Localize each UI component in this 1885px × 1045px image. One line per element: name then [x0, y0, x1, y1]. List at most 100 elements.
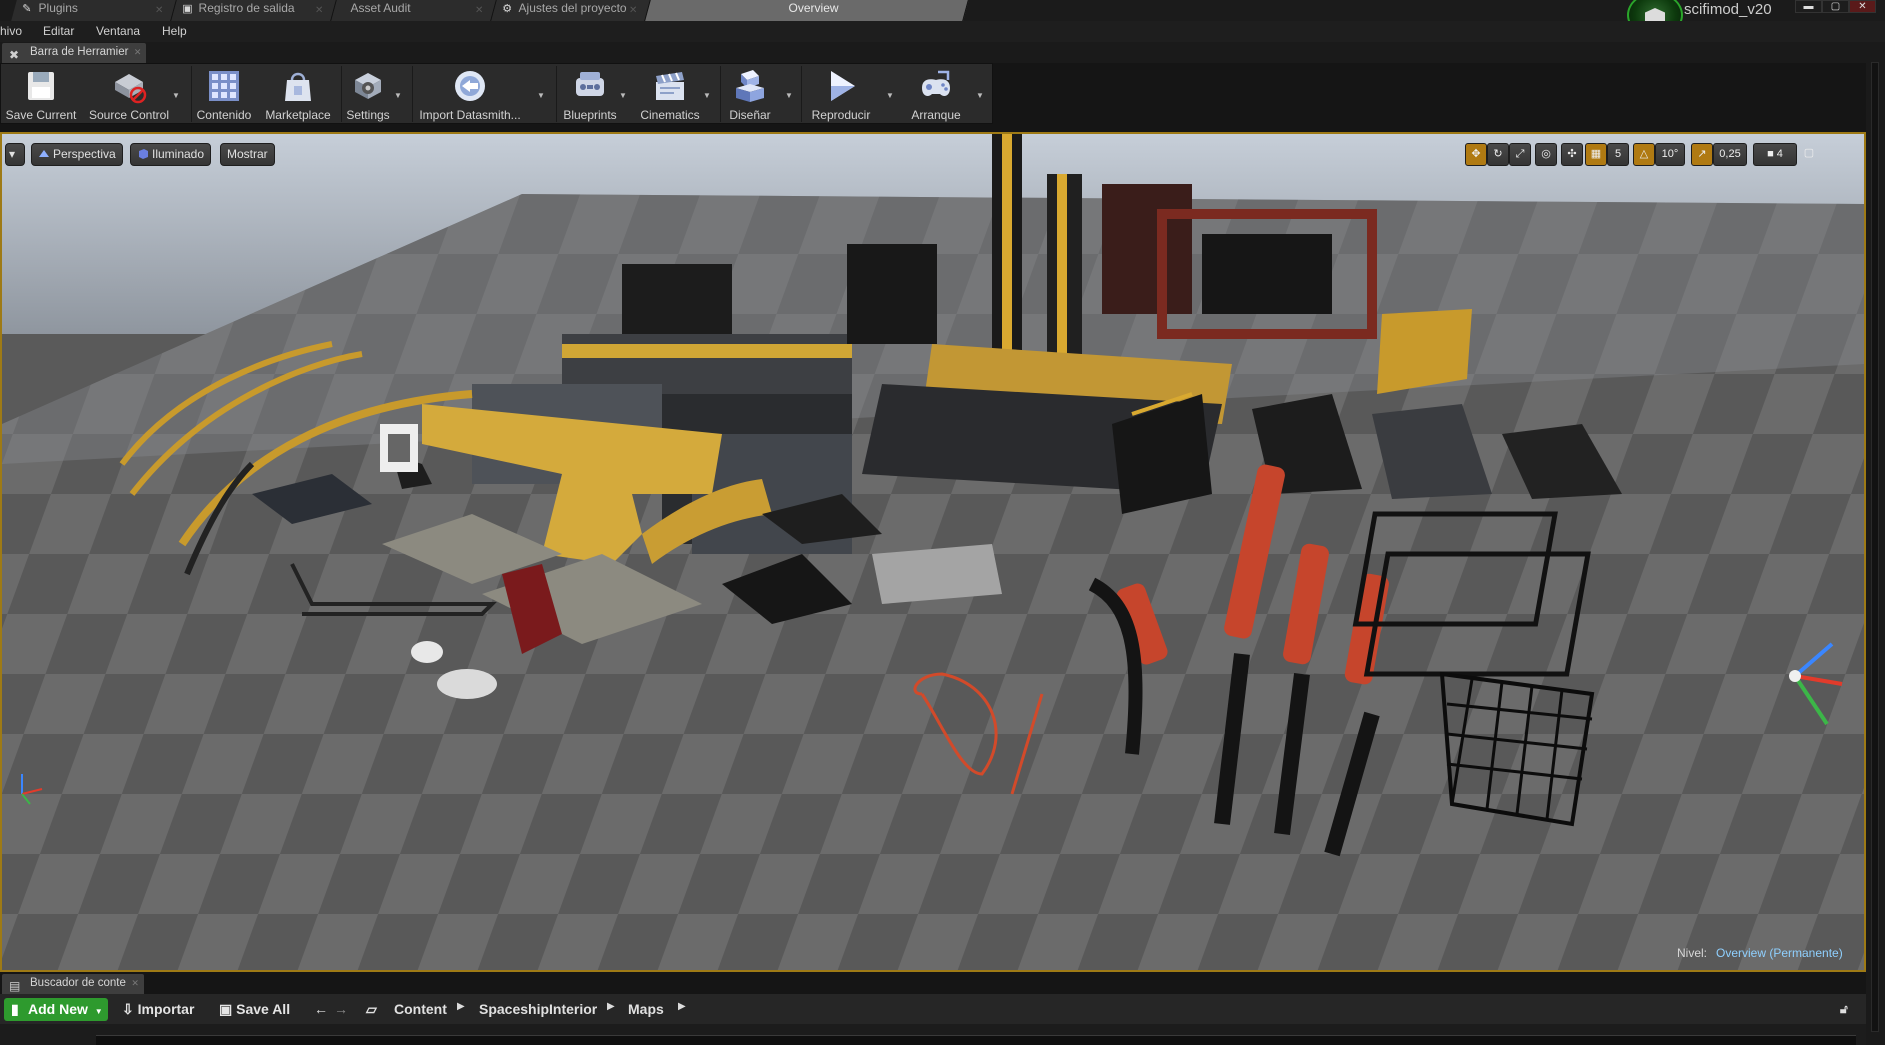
perspective-icon [39, 150, 49, 157]
close-window-button[interactable]: ✕ [1849, 0, 1876, 13]
menu-help[interactable]: Help [162, 23, 187, 39]
add-new-button[interactable]: ▮ Add New ▼ [4, 998, 108, 1021]
import-icon: ⇩ [122, 1001, 134, 1017]
close-icon[interactable]: ✕ [629, 2, 637, 19]
save-current-button[interactable]: Save Current [1, 64, 81, 124]
rotation-snap-value[interactable]: 10° [1655, 143, 1685, 166]
save-icon: ▣ [219, 1001, 233, 1017]
show-button[interactable]: Mostrar [220, 143, 275, 166]
reproducir-button[interactable]: Reproducir [801, 64, 881, 124]
breadcrumb-maps[interactable]: Maps [628, 998, 664, 1020]
scale-snap-value[interactable]: 0,25 [1713, 143, 1747, 166]
camera-icon: ■ [1767, 148, 1774, 160]
folder-icon: ▱ [366, 1001, 377, 1017]
import-button[interactable]: ⇩ Importar [122, 998, 194, 1021]
tab-ajustes-del-proyecto[interactable]: ⚙ Ajustes del proyecto ✕ [491, 0, 651, 21]
surface-snap-button[interactable]: ✣ [1561, 143, 1583, 166]
viewport-scene[interactable] [2, 134, 1864, 970]
rotation-snap-toggle[interactable]: △ [1633, 143, 1655, 166]
level-viewport[interactable]: ▾ Perspectiva Iluminado Mostrar ✥ ↻ ⤢ ◎ … [0, 132, 1866, 972]
lock-icon[interactable]: 🔓︎ [1840, 998, 1848, 1020]
content-search-field[interactable] [96, 1035, 1856, 1045]
breadcrumb-arrow-icon[interactable]: ▶ [678, 1001, 686, 1012]
import-datasmith-label: Import Datasmith... [419, 108, 521, 122]
tab-registro-de-salida[interactable]: ▣ Registro de salida ✕ [171, 0, 337, 21]
maximize-viewport-button[interactable]: ▢ [1801, 143, 1817, 166]
disenar-label: Diseñar [729, 108, 771, 122]
panel-tab-label: Barra de Herramier [30, 46, 129, 58]
chevron-down-icon[interactable]: ▼ [785, 91, 793, 100]
chevron-down-icon[interactable]: ▼ [619, 91, 627, 100]
settings-label: Settings [346, 108, 390, 122]
breadcrumb-arrow-icon[interactable]: ▶ [457, 1001, 465, 1012]
import-datasmith-button[interactable]: Import Datasmith... [415, 64, 525, 124]
settings-button[interactable]: Settings [343, 64, 393, 124]
gamepad-launch-icon [922, 70, 950, 96]
chevron-down-icon[interactable]: ▼ [172, 91, 180, 100]
breadcrumb-content[interactable]: Content [394, 998, 447, 1020]
viewport-options-button[interactable]: ▾ [5, 143, 25, 166]
plug-icon: ✎ [22, 3, 32, 15]
translate-tool-button[interactable]: ✥ [1465, 143, 1487, 166]
scale-snap-toggle[interactable]: ↗ [1691, 143, 1713, 166]
maximize-button[interactable]: ▢ [1822, 0, 1849, 13]
tab-asset-audit[interactable]: Asset Audit ✕ [331, 0, 497, 21]
marketplace-button[interactable]: Marketplace [263, 64, 333, 124]
content-grid-icon [209, 71, 239, 101]
breadcrumb-arrow-icon[interactable]: ▶ [607, 1001, 615, 1012]
chevron-down-icon[interactable]: ▼ [394, 91, 402, 100]
grid-snap-value[interactable]: 5 [1607, 143, 1629, 166]
content-browser-tab[interactable]: ▤ Buscador de conte ✕ [2, 974, 144, 994]
tab-overview[interactable]: Overview [645, 0, 969, 21]
vertical-scrollbar[interactable] [1871, 62, 1879, 1032]
rotate-tool-button[interactable]: ↻ [1487, 143, 1509, 166]
save-all-button[interactable]: ▣ Save All [219, 998, 290, 1021]
tab-plugins[interactable]: ✎ Plugins ✕ [11, 0, 177, 21]
document-tab-bar: ✎ Plugins ✕ ▣ Registro de salida ✕ Asset… [0, 0, 1885, 38]
main-toolbar: Save Current Source Control ▼ Contenido … [0, 63, 993, 124]
disenar-button[interactable]: Diseñar [720, 64, 780, 124]
scale-tool-button[interactable]: ⤢ [1509, 143, 1531, 166]
menu-editar[interactable]: Editar [43, 23, 74, 39]
toolbar-separator [191, 66, 192, 122]
level-label: Nivel: [1677, 946, 1708, 960]
menu-archivo[interactable]: hivo [0, 23, 22, 39]
minimize-button[interactable]: ▬ [1795, 0, 1822, 13]
chevron-down-icon[interactable]: ▼ [537, 91, 545, 100]
blueprints-button[interactable]: Blueprints [557, 64, 623, 124]
marketplace-label: Marketplace [265, 108, 331, 122]
chevron-down-icon[interactable]: ▼ [703, 91, 711, 100]
level-name-link[interactable]: Overview (Permanente) [1716, 946, 1843, 960]
close-icon[interactable]: ✕ [131, 974, 139, 993]
toolbar-separator [341, 66, 342, 122]
perspective-button[interactable]: Perspectiva [31, 143, 123, 166]
add-new-label: Add New [28, 1001, 88, 1017]
import-label: Importar [137, 1001, 195, 1017]
camera-speed-value: 4 [1776, 148, 1783, 160]
toolbar-panel-tab[interactable]: ✖ Barra de Herramier ✕ [2, 43, 147, 63]
build-blocks-icon [736, 70, 764, 102]
close-icon[interactable]: ✕ [475, 2, 483, 19]
close-icon[interactable]: ✕ [155, 2, 163, 19]
blueprints-icon [576, 72, 604, 96]
show-label: Mostrar [227, 147, 268, 161]
lighting-mode-button[interactable]: Iluminado [130, 143, 212, 166]
lit-cube-icon [139, 149, 148, 159]
forward-arrow-icon[interactable]: → [334, 998, 348, 1020]
new-file-icon: ▮ [11, 1001, 19, 1017]
world-local-toggle-button[interactable]: ◎ [1535, 143, 1557, 166]
grid-snap-toggle[interactable]: ▦ [1585, 143, 1607, 166]
menu-ventana[interactable]: Ventana [96, 23, 140, 39]
contenido-button[interactable]: Contenido [194, 64, 254, 124]
chevron-down-icon[interactable]: ▼ [886, 91, 894, 100]
arranque-button[interactable]: Arranque [896, 64, 976, 124]
back-arrow-icon[interactable]: ← [314, 998, 328, 1020]
close-icon[interactable]: ✕ [134, 43, 142, 62]
camera-speed-button[interactable]: ■ 4 [1753, 143, 1797, 166]
chevron-down-icon[interactable]: ▼ [976, 91, 984, 100]
close-icon[interactable]: ✕ [315, 2, 323, 19]
cinematics-button[interactable]: Cinematics [634, 64, 706, 124]
source-control-button[interactable]: Source Control [83, 64, 175, 124]
datasmith-icon [455, 71, 485, 101]
breadcrumb-spaceshipinterior[interactable]: SpaceshipInterior [479, 998, 597, 1020]
